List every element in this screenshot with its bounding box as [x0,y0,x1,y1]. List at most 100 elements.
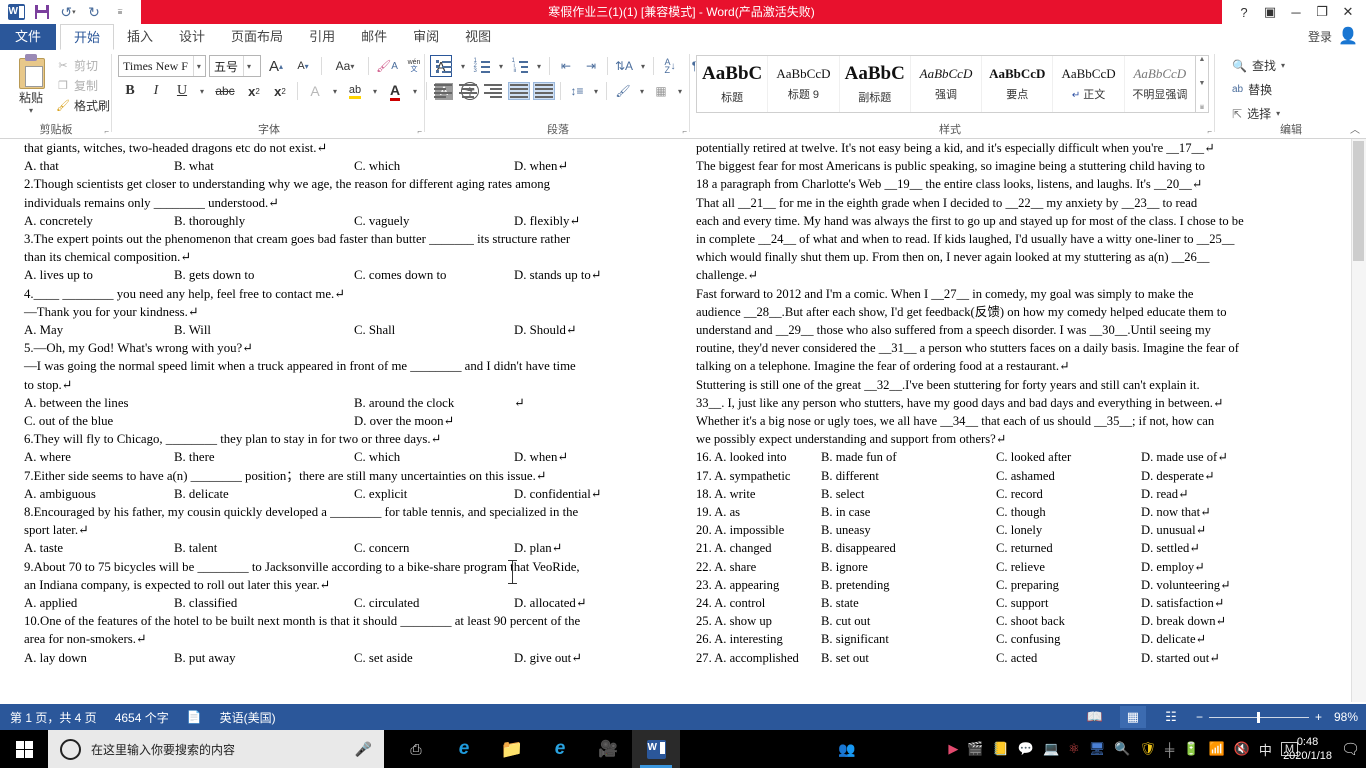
font-size-combo[interactable]: 五号 ▾ [209,55,261,77]
document-canvas[interactable]: 1.There are also people who object to fa… [0,139,1366,702]
paste-dropdown-arrow[interactable]: ▾ [8,106,54,115]
find-button[interactable]: 🔍 查找 ▾ [1232,57,1285,74]
word-count[interactable]: 4654 个字 [115,709,169,726]
zoom-thumb[interactable] [1256,711,1260,723]
align-center-icon[interactable] [457,80,481,102]
styles-more-icon[interactable]: ⩸ [1200,104,1204,112]
zoom-track[interactable] [1208,711,1309,723]
numbering-dropdown-arrow[interactable]: ▾ [495,55,507,77]
increase-indent-icon[interactable]: ⇥ [579,55,603,77]
tab-file[interactable]: 文件 [0,24,56,50]
zoom-level[interactable]: 98% [1334,710,1358,724]
shrink-font-button[interactable]: A ▾ [291,55,315,77]
distribute-icon[interactable] [532,80,556,102]
molecule-icon[interactable]: ⚛ [1068,741,1080,757]
styles-gallery-scroll[interactable]: ▲ ▼ ⩸ [1196,55,1209,113]
tab-design[interactable]: 设计 [166,24,218,50]
ribbon-display-options-icon[interactable]: ▣ [1262,4,1278,20]
battery-icon[interactable]: 🔋 [1183,741,1199,757]
media-player-icon[interactable]: ▶ [948,741,958,757]
notification-icon[interactable]: 🗨 [1341,740,1360,758]
ime-cn-icon[interactable]: 中 [1259,740,1272,759]
line-spacing-icon[interactable]: ↕≡ [565,80,589,102]
font-dialog-launcher-icon[interactable]: ⌐ [417,127,422,136]
replace-button[interactable]: ab 替换 [1232,81,1272,98]
help-icon[interactable]: ? [1236,5,1252,20]
read-mode-icon[interactable]: 📖 [1082,706,1108,728]
underline-dropdown-arrow[interactable]: ▾ [196,80,208,102]
paragraph-dialog-launcher-icon[interactable]: ⌐ [682,127,687,136]
multilevel-dropdown-arrow[interactable]: ▾ [533,55,545,77]
clipboard-dialog-launcher-icon[interactable]: ⌐ [104,127,109,136]
collapse-ribbon-icon[interactable]: ︿ [1350,121,1360,136]
scrollbar-thumb[interactable] [1353,141,1364,261]
clear-formatting-icon[interactable]: 🖌 A [375,55,399,77]
underline-button[interactable]: U [170,80,194,102]
security-warning-icon[interactable]: 🛡 [1140,741,1157,757]
redo-icon[interactable]: ↻ [82,1,106,23]
shading-dropdown-arrow[interactable]: ▾ [636,80,648,102]
screen-recorder-icon[interactable]: 🎥 [584,730,632,768]
search-orange-icon[interactable]: 🔍 [1114,741,1130,757]
minimize-button[interactable]: ─ [1288,5,1304,20]
word-taskbar-icon[interactable] [632,730,680,768]
style-item-strong[interactable]: AaBbCcD 要点 [982,56,1054,112]
tab-page-layout[interactable]: 页面布局 [218,24,296,50]
numbered-list-icon[interactable]: 123 [470,55,494,77]
web-layout-icon[interactable]: ☷ [1158,706,1184,728]
internet-explorer-icon[interactable]: e [536,730,584,768]
superscript-button[interactable]: x2 [268,80,292,102]
word-icon[interactable] [4,1,28,23]
italic-button[interactable]: I [144,80,168,102]
document-page-left[interactable]: 1.There are also people who object to fa… [0,139,655,667]
tab-home[interactable]: 开始 [60,24,115,50]
sort-icon[interactable]: ⇅A [612,55,636,77]
customize-qat-icon[interactable]: ⩸ [108,1,132,23]
style-item-normal[interactable]: AaBbCcD ↵ 正文 [1053,56,1125,112]
search-input[interactable]: 在这里输入你要搜索的内容 🎤 [48,730,384,768]
tab-review[interactable]: 审阅 [400,24,452,50]
cut-button[interactable]: ✂ 剪切 [56,55,110,75]
bullet-list-icon[interactable] [432,55,456,77]
undo-icon[interactable]: ↺ ▾ [56,1,80,23]
sign-in-link[interactable]: 登录 [1308,28,1332,45]
style-item-subtle-emphasis[interactable]: AaBbCcD 不明显强调 [1125,56,1195,112]
file-explorer-icon[interactable]: 📁 [488,730,536,768]
edge-icon[interactable]: e [440,730,488,768]
account-avatar-icon[interactable]: 👤 [1338,27,1358,47]
select-dropdown-arrow[interactable]: ▾ [1276,109,1280,118]
volume-mute-icon[interactable]: 🔇 [1234,741,1250,757]
task-view-icon[interactable]: ⎙ [392,730,440,768]
bold-button[interactable]: B [118,80,142,102]
phonetic-guide-icon[interactable]: wén 文 [402,55,426,77]
proofing-icon[interactable]: 📄 [187,710,202,724]
multilevel-list-icon[interactable]: 1 i ii [508,55,532,77]
grow-font-button[interactable]: A ▴ [264,55,288,77]
wifi-icon[interactable]: 📶 [1208,741,1224,757]
style-item-heading9[interactable]: AaBbCcD 标题 9 [768,56,840,112]
vertical-scrollbar[interactable] [1351,139,1366,702]
subscript-button[interactable]: x2 [242,80,266,102]
sort-az-icon[interactable]: A Z ↓ [658,55,682,77]
save-icon[interactable] [30,1,54,23]
text-effects-dropdown-arrow[interactable]: ▾ [329,80,341,102]
select-button[interactable]: ⇱ 选择 ▾ [1232,105,1280,122]
styles-scroll-down-icon[interactable]: ▼ [1199,80,1206,87]
style-item-title[interactable]: AaBbC 标题 [697,56,769,112]
tab-view[interactable]: 视图 [452,24,504,50]
borders-icon[interactable]: ▦ [649,80,673,102]
bullets-dropdown-arrow[interactable]: ▾ [457,55,469,77]
line-spacing-dropdown-arrow[interactable]: ▾ [590,80,602,102]
text-effects-icon[interactable]: A [303,80,327,102]
zoom-in-button[interactable]: + [1315,710,1322,724]
zoom-slider[interactable]: − + [1196,710,1322,724]
font-color-dropdown-arrow[interactable]: ▾ [409,80,421,102]
align-right-icon[interactable] [482,80,506,102]
justify-icon[interactable] [507,80,531,102]
microphone-icon[interactable]: 🎤 [355,741,372,758]
change-case-button[interactable]: Aa ▾ [328,55,362,77]
remote-desktop-icon[interactable]: 💻 [1043,741,1059,757]
wechat-icon[interactable]: 💬 [1018,741,1034,757]
copy-button[interactable]: ❐ 复制 [56,75,110,95]
text-highlight-icon[interactable]: ab [343,80,367,102]
